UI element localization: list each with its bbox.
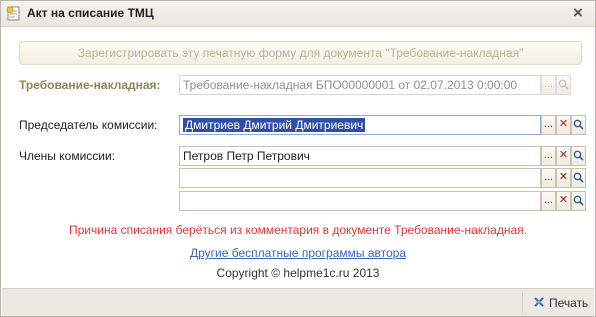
member-field-1[interactable]: Петров Петр Петрович — [179, 146, 541, 166]
print-button-label: Печать — [549, 296, 589, 310]
choose-icon: ... — [543, 194, 554, 206]
title-bar: Акт на списание ТМЦ × — [1, 1, 595, 27]
search-icon — [573, 150, 584, 161]
choose-icon: ... — [543, 171, 554, 183]
write-off-reason-note: Причина списания берёться из комментария… — [69, 223, 527, 237]
author-programs-link[interactable]: Другие бесплатные программы автора — [2, 246, 594, 260]
print-icon — [533, 293, 545, 315]
member-field-2[interactable] — [179, 168, 541, 188]
search-icon — [573, 119, 584, 130]
chairman-search-button[interactable] — [571, 115, 586, 135]
requisition-field: Требование-накладная БПО00000001 от 02.0… — [179, 75, 541, 95]
choose-icon: ... — [543, 78, 554, 90]
member-2-clear-button[interactable]: ✕ — [556, 168, 571, 188]
search-icon — [573, 195, 584, 206]
clear-icon: ✕ — [558, 118, 569, 130]
member-2-search-button[interactable] — [571, 168, 586, 188]
form-content: Зарегистрировать эту печатную форму для … — [2, 28, 594, 288]
search-icon — [558, 79, 569, 90]
member-field-3[interactable] — [179, 191, 541, 211]
register-print-form-button[interactable]: Зарегистрировать эту печатную форму для … — [19, 41, 582, 65]
copyright-text: Copyright © helpme1c.ru 2013 — [216, 266, 380, 280]
member-3-choose-button[interactable]: ... — [541, 191, 556, 211]
chairman-value: Дмитриев Дмитрий Дмитриевич — [183, 118, 366, 132]
chairman-clear-button[interactable]: ✕ — [556, 115, 571, 135]
member-1-search-button[interactable] — [571, 146, 586, 166]
chairman-field[interactable]: Дмитриев Дмитрий Дмитриевич — [179, 115, 541, 135]
close-icon[interactable]: × — [569, 3, 587, 23]
members-label: Члены комиссии: — [19, 149, 116, 163]
member-3-clear-button[interactable]: ✕ — [556, 191, 571, 211]
window-title: Акт на списание ТМЦ — [27, 6, 154, 20]
search-icon — [573, 172, 584, 183]
dialog-footer: Печать — [2, 288, 594, 316]
clear-icon: ✕ — [558, 149, 569, 161]
print-button[interactable]: Печать — [522, 292, 592, 314]
choose-icon: ... — [543, 118, 554, 130]
chairman-label: Председатель комиссии: — [19, 118, 158, 132]
member-3-search-button[interactable] — [571, 191, 586, 211]
app-icon — [6, 6, 21, 21]
choose-icon: ... — [543, 149, 554, 161]
requisition-search-button — [556, 75, 571, 95]
dialog-window: Акт на списание ТМЦ × Зарегистрировать э… — [0, 0, 596, 317]
member-1-choose-button[interactable]: ... — [541, 146, 556, 166]
member-2-choose-button[interactable]: ... — [541, 168, 556, 188]
member-1-clear-button[interactable]: ✕ — [556, 146, 571, 166]
clear-icon: ✕ — [558, 194, 569, 206]
requisition-label: Требование-накладная: — [19, 78, 161, 92]
clear-icon: ✕ — [558, 171, 569, 183]
requisition-choose-button: ... — [541, 75, 556, 95]
chairman-choose-button[interactable]: ... — [541, 115, 556, 135]
